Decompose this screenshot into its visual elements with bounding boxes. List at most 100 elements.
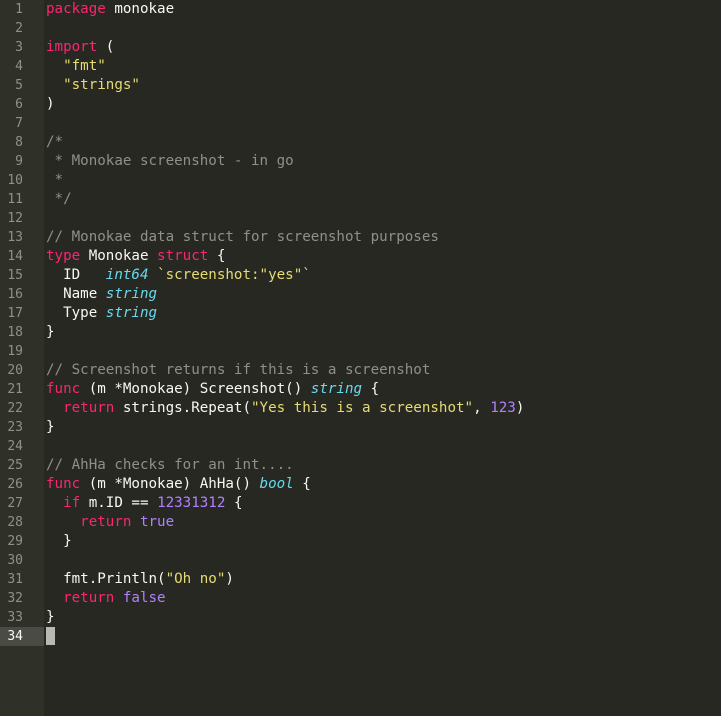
line-code[interactable]: /* <box>46 133 63 152</box>
line-code[interactable]: */ <box>46 190 72 209</box>
token-plain: ) <box>515 400 525 416</box>
line-code[interactable]: // AhHa checks for an int.... <box>46 456 294 475</box>
code-line[interactable]: 33} <box>0 608 721 627</box>
token-comment: * Monokae screenshot - in go <box>46 153 294 169</box>
line-number: 27 <box>7 496 23 511</box>
token-plain: ) <box>225 571 234 587</box>
token-plain: (m *Monokae) AhHa() <box>80 476 260 492</box>
code-line[interactable]: 13 // Monokae data struct for screenshot … <box>0 228 721 247</box>
code-line[interactable]: 16 Name string <box>0 285 721 304</box>
code-line[interactable]: 7 <box>0 114 721 133</box>
code-line[interactable]: 11 */ <box>0 190 721 209</box>
code-line[interactable]: 26 func (m *Monokae) AhHa() bool { <box>0 475 721 494</box>
line-code[interactable]: "fmt" <box>46 57 106 76</box>
token-plain: ID <box>46 267 106 283</box>
line-code[interactable]: func (m *Monokae) Screenshot() string { <box>46 380 379 399</box>
token-plain: m.ID == <box>80 495 158 511</box>
code-line[interactable]: 20 // Screenshot returns if this is a scr… <box>0 361 721 380</box>
token-number: 12331312 <box>157 495 226 511</box>
line-code[interactable]: Name string <box>46 285 157 304</box>
line-number: 34 <box>7 629 23 644</box>
line-code[interactable]: } <box>46 323 55 342</box>
line-code[interactable]: return strings.Repeat("Yes this is a scr… <box>46 399 524 418</box>
token-comment: // AhHa checks for an int.... <box>46 457 294 473</box>
code-line[interactable]: 9 * Monokae screenshot - in go <box>0 152 721 171</box>
line-code[interactable]: package monokae <box>46 0 174 19</box>
code-line[interactable]: 23} <box>0 418 721 437</box>
line-code[interactable]: "strings" <box>46 76 140 95</box>
token-plain: strings.Repeat( <box>114 400 252 416</box>
line-number: 5 <box>15 78 23 93</box>
code-line[interactable]: 29 } <box>0 532 721 551</box>
token-plain: , <box>473 400 491 416</box>
token-const: false <box>122 590 166 606</box>
code-line[interactable]: 21 func (m *Monokae) Screenshot() string … <box>0 380 721 399</box>
token-keyword: return <box>63 590 115 606</box>
token-keyword: return <box>63 400 115 416</box>
token-type: string <box>105 305 158 321</box>
code-line[interactable]: 5 "strings" <box>0 76 721 95</box>
code-line[interactable]: 19 <box>0 342 721 361</box>
code-line[interactable]: 17 Type string <box>0 304 721 323</box>
line-number: 1 <box>15 2 23 17</box>
code-line[interactable]: 30 <box>0 551 721 570</box>
token-plain: Type <box>46 305 106 321</box>
code-line[interactable]: 6) <box>0 95 721 114</box>
code-line[interactable]: 25 // AhHa checks for an int.... <box>0 456 721 475</box>
line-number: 12 <box>7 211 23 226</box>
code-line[interactable]: 2 <box>0 19 721 38</box>
code-line[interactable]: 32 return false <box>0 589 721 608</box>
line-code[interactable]: } <box>46 418 55 437</box>
code-line[interactable]: 31 fmt.Println("Oh no") <box>0 570 721 589</box>
code-line[interactable]: 22 return strings.Repeat("Yes this is a … <box>0 399 721 418</box>
line-code[interactable]: ) <box>46 95 55 114</box>
code-line[interactable]: 28 return true <box>0 513 721 532</box>
line-code[interactable]: } <box>46 608 55 627</box>
token-keyword: return <box>80 514 132 530</box>
code-line[interactable]: 14 type Monokae struct { <box>0 247 721 266</box>
line-number: 16 <box>7 287 23 302</box>
code-line[interactable]: 4 "fmt" <box>0 57 721 76</box>
code-line[interactable]: 15 ID int64 `screenshot:"yes"` <box>0 266 721 285</box>
line-code[interactable]: type Monokae struct { <box>46 247 225 266</box>
line-code[interactable]: Type string <box>46 304 157 323</box>
token-type: string <box>105 286 158 302</box>
code-line[interactable]: 27 if m.ID == 12331312 { <box>0 494 721 513</box>
line-code[interactable]: return true <box>46 513 174 532</box>
line-number: 7 <box>15 116 23 131</box>
line-code[interactable] <box>46 627 55 646</box>
line-code[interactable]: * <box>46 171 64 190</box>
line-code[interactable]: } <box>46 532 72 551</box>
code-line[interactable]: 1 package monokae <box>0 0 721 19</box>
code-line[interactable]: 24 <box>0 437 721 456</box>
code-line[interactable]: 3 import ( <box>0 38 721 57</box>
line-code[interactable]: return false <box>46 589 166 608</box>
code-line[interactable]: 12 <box>0 209 721 228</box>
token-string: `screenshot:"yes"` <box>157 267 311 283</box>
code-line[interactable]: 10 * <box>0 171 721 190</box>
line-code[interactable]: // Screenshot returns if this is a scree… <box>46 361 430 380</box>
token-plain: { <box>225 495 243 511</box>
line-code[interactable]: if m.ID == 12331312 { <box>46 494 243 513</box>
code-line[interactable]: 8 /* <box>0 133 721 152</box>
line-number: 31 <box>7 572 23 587</box>
token-plain: Name <box>46 286 106 302</box>
line-code[interactable]: // Monokae data struct for screenshot pu… <box>46 228 439 247</box>
token-plain: monokae <box>105 1 175 17</box>
line-code[interactable]: func (m *Monokae) AhHa() bool { <box>46 475 311 494</box>
code-lines[interactable]: 1 package monokae 2 3 import (4 "fmt" 5 "stri… <box>0 0 721 646</box>
token-comment: // Screenshot returns if this is a scree… <box>46 362 431 378</box>
token-plain: ) <box>46 96 55 112</box>
line-code[interactable]: * Monokae screenshot - in go <box>46 152 294 171</box>
code-line[interactable]: 18} <box>0 323 721 342</box>
line-code[interactable]: fmt.Println("Oh no") <box>46 570 234 589</box>
code-editor[interactable]: 1 package monokae 2 3 import (4 "fmt" 5 "stri… <box>0 0 721 716</box>
code-line[interactable]: 34 <box>0 627 721 646</box>
line-code[interactable]: ID int64 `screenshot:"yes"` <box>46 266 311 285</box>
line-code[interactable]: import ( <box>46 38 114 57</box>
